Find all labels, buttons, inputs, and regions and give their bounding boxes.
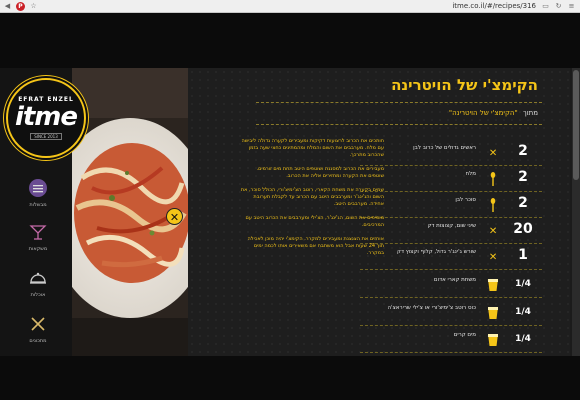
ingredient-row: 1/4 משחת קארי אדום	[360, 272, 542, 298]
source-link[interactable]: "הקימצ'י של הויטרינה"	[449, 109, 518, 117]
browser-right-icons: ▭ ↻ ≡	[541, 2, 576, 11]
page-icon[interactable]: ▭	[541, 2, 550, 11]
ingredient-name: מים קרים	[453, 332, 476, 338]
sidebar-item-label: אוכלות	[30, 292, 46, 298]
instruction-step: שמים בקערה את משחת הקארי, רוטב הצ'ימיצ'ו…	[240, 187, 384, 207]
cocktail-icon	[26, 220, 50, 244]
ingredient-row: 20 ✕ שיני שום, קצוצות דק	[360, 218, 542, 244]
close-button[interactable]: ✕	[166, 208, 183, 225]
source-label: מתוך	[522, 109, 538, 117]
divider	[256, 124, 542, 125]
close-x-icon: ✕	[488, 251, 498, 263]
ingredient-qty: 1/4	[515, 334, 531, 344]
ingredient-name: סוכר לבן	[455, 197, 476, 203]
close-x-icon: ✕	[488, 225, 498, 237]
ingredient-qty: 2	[518, 195, 528, 211]
ingredient-qty: 1/4	[515, 279, 531, 289]
site-logo[interactable]: EFRAT ENZEL itme SINCE 2013	[6, 78, 86, 158]
ingredient-row: 2 סוכר לבן	[360, 192, 542, 218]
ingredient-row: 2 מלח	[360, 166, 542, 192]
instructions: חותכים את הכרוב לרצועות דקיקות ומעבירים …	[240, 138, 384, 264]
ingredient-qty: 2	[518, 169, 528, 185]
logo-sub: SINCE 2013	[30, 133, 62, 140]
ingredient-row: 2 ✕ ראשים גדולים של כרוב לבן	[360, 140, 542, 166]
sidebar-item-label: מבשלות	[29, 202, 47, 208]
spoon-icon	[486, 172, 500, 186]
ingredient-name: משחת קארי אדום	[433, 277, 476, 283]
top-band	[0, 14, 580, 68]
sidebar-item-eating[interactable]: אוכלות	[16, 266, 60, 298]
ingredient-row: 1/4 כוס רוטב צ'ימיצ'ורי או צ'ילי שריראצ'ה	[360, 300, 542, 326]
recipe-title: הקימצ'י של הויטרינה	[391, 76, 538, 94]
pinterest-icon[interactable]: P	[16, 1, 25, 11]
close-x-icon: ✕	[488, 147, 498, 159]
back-icon[interactable]: ◀	[3, 2, 12, 11]
cup-icon	[486, 278, 500, 292]
scrollbar-thumb[interactable]	[573, 70, 579, 180]
browser-toolbar: ◀ P ☆ itme.co.il/#/recipes/316 ▭ ↻ ≡	[0, 0, 580, 13]
recipe-source: מתוך "הקימצ'י של הויטרינה"	[449, 109, 538, 117]
ingredient-qty: 1/4	[515, 307, 531, 317]
menu-icon[interactable]: ≡	[567, 2, 576, 11]
spoon-icon	[486, 198, 500, 212]
ingredient-qty: 1	[518, 247, 528, 263]
divider	[256, 102, 542, 103]
sidebar-item-cooking[interactable]: מבשלות	[16, 176, 60, 208]
sidebar-item-recipes[interactable]: מתכונים	[16, 312, 60, 344]
address-bar[interactable]: itme.co.il/#/recipes/316	[38, 2, 541, 10]
refresh-icon[interactable]: ↻	[554, 2, 563, 11]
sidebar-item-drinks[interactable]: משקאות	[16, 220, 60, 252]
cloche-icon	[26, 266, 50, 290]
cup-icon	[486, 306, 500, 320]
ingredient-name: מלח	[465, 171, 476, 177]
logo-brand: itme	[14, 102, 78, 132]
sidebar-item-label: משקאות	[28, 246, 48, 252]
sidebar-item-label: מתכונים	[29, 338, 47, 344]
ingredient-name: שיני שום, קצוצות דק	[427, 223, 476, 229]
star-icon[interactable]: ☆	[29, 2, 38, 11]
ingredient-name: שורש ג'ינג'ר גדול, קלוף וקצוץ דק	[397, 249, 476, 255]
ingredient-name: כוס רוטב צ'ימיצ'ורי או צ'ילי שריראצ'ה	[387, 305, 476, 311]
scrollbar[interactable]	[572, 68, 580, 356]
ingredient-qty: 20	[513, 221, 533, 237]
instruction-step: מעבירים את הכרוב למסננת ושוטפים היטב תחת…	[256, 166, 385, 179]
instruction-step: אוחזים את הצנצנת ומעבירים למקרר. הקימצ'י…	[247, 236, 384, 256]
instruction-step: מוסיפים את השום, הג'ינג'ר, הצ'ילי ומערבב…	[245, 215, 384, 228]
cup-icon	[486, 333, 500, 347]
ingredient-row: 1 ✕ שורש ג'ינג'ר גדול, קלוף וקצוץ דק	[360, 244, 542, 270]
bottom-band	[0, 356, 580, 400]
recipe-panel: הקימצ'י של הויטרינה מתוך "הקימצ'י של הוי…	[188, 68, 570, 356]
browser-nav-icons: ◀ P ☆	[3, 1, 38, 11]
pot-icon	[26, 176, 50, 200]
ingredient-name: ראשים גדולים של כרוב לבן	[413, 145, 476, 151]
instruction-step: חותכים את הכרוב לרצועות דקיקות ומעבירים …	[241, 138, 385, 158]
ingredient-qty: 2	[518, 143, 528, 159]
utensils-icon	[26, 312, 50, 336]
ingredient-row: 1/4 מים קרים	[360, 327, 542, 353]
